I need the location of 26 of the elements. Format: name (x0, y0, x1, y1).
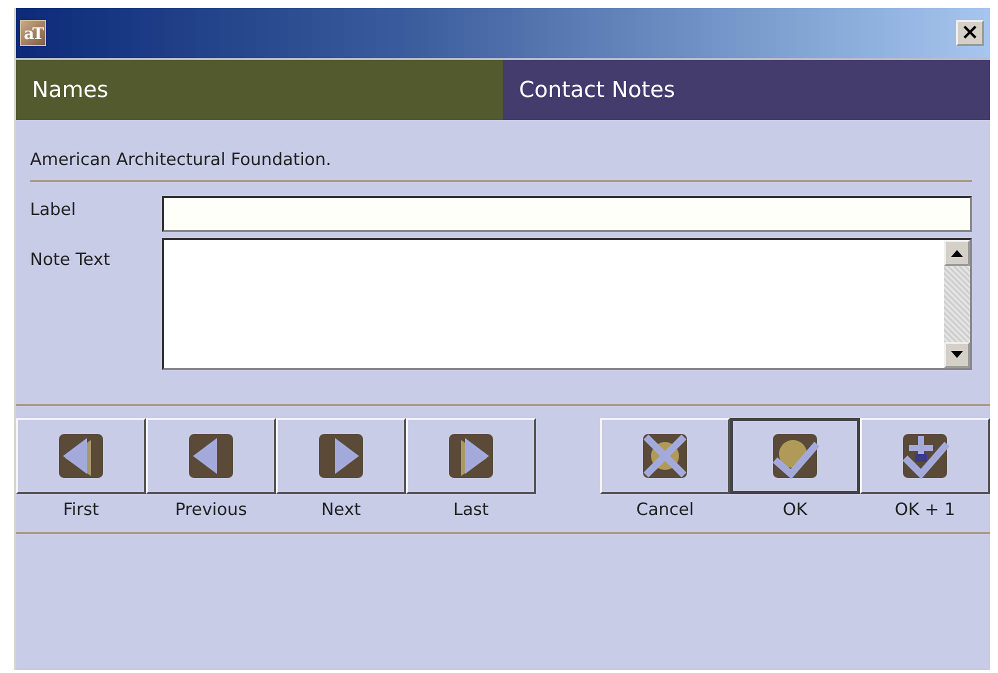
button-caption: OK (782, 500, 808, 520)
button-caption: Next (321, 500, 361, 520)
button-caption: Previous (175, 500, 247, 520)
label-input[interactable] (162, 196, 972, 232)
tab[interactable]: Contact Notes (503, 60, 990, 120)
nav-button[interactable] (16, 418, 146, 494)
check-plus-icon (901, 432, 949, 480)
nav-button[interactable] (146, 418, 276, 494)
check-icon (771, 432, 819, 480)
button-caption: OK + 1 (894, 500, 956, 520)
close-button[interactable]: × (956, 20, 984, 46)
nav-button[interactable] (406, 418, 536, 494)
field-label: Note Text (30, 249, 112, 270)
tab[interactable]: Names (16, 60, 503, 120)
app-icon: aT (20, 20, 46, 46)
field-label: Label (30, 199, 77, 220)
action-button[interactable] (730, 418, 860, 494)
record-name: American Architectural Foundation. (30, 120, 972, 182)
button-caption: Last (453, 500, 489, 520)
nav-button[interactable] (276, 418, 406, 494)
scrollbar[interactable] (944, 240, 970, 368)
close-icon (641, 432, 689, 480)
scroll-up-icon (951, 249, 963, 257)
button-caption: Cancel (636, 500, 694, 520)
button-caption: First (63, 500, 99, 520)
scroll-down-icon (951, 351, 963, 359)
